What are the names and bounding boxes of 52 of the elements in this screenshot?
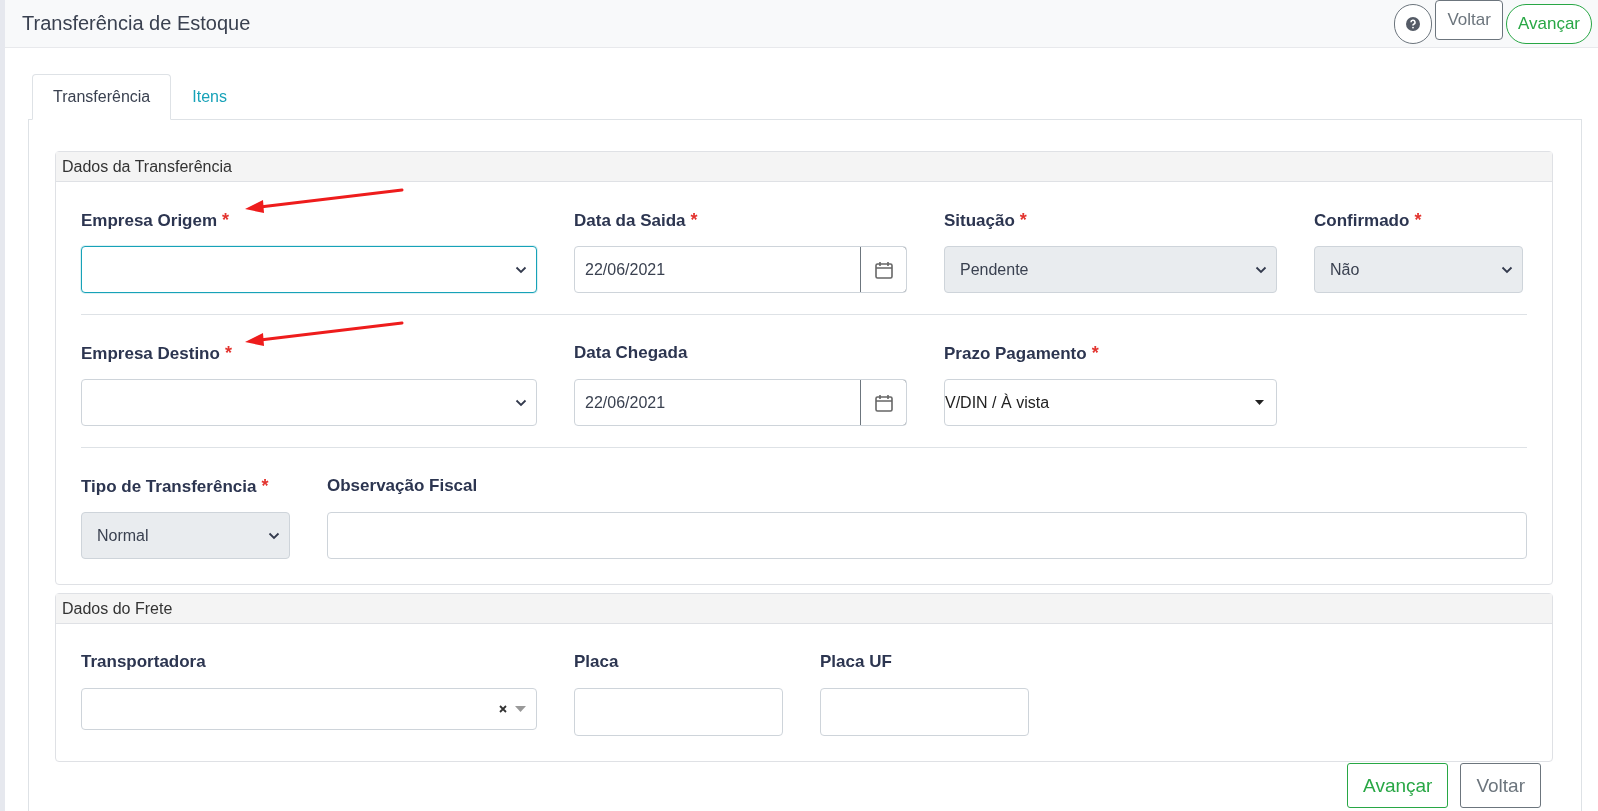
field-label: Situação (944, 211, 1015, 231)
field-label: Data da Saida (574, 211, 686, 231)
field-label: Transportadora (81, 652, 206, 672)
dropdown-value: V/DIN / À vista (945, 393, 1051, 412)
required-asterisk: * (222, 210, 230, 231)
required-asterisk: * (261, 476, 269, 497)
chevron-down-icon (1501, 265, 1513, 274)
chevron-down-icon (268, 531, 280, 540)
text-field[interactable] (327, 512, 1527, 559)
date-field[interactable]: 22/06/2021 (574, 379, 907, 426)
calendar-icon (873, 392, 894, 413)
select-value: Pendente (959, 260, 1030, 279)
date-value: 22/06/2021 (584, 393, 667, 412)
chevron-down-icon (1255, 265, 1267, 274)
section-title: Dados da Transferência (56, 152, 1552, 182)
field-label: Confirmado (1314, 211, 1410, 231)
field-label: Observação Fiscal (327, 476, 478, 496)
select-field[interactable] (81, 379, 537, 426)
chevron-down-icon (515, 398, 527, 407)
select-value: Normal (96, 526, 150, 545)
back-button[interactable]: Voltar (1435, 0, 1503, 40)
date-value: 22/06/2021 (584, 260, 667, 279)
calendar-icon (873, 259, 894, 280)
required-asterisk: * (690, 210, 698, 231)
required-asterisk: * (1414, 210, 1422, 231)
field-label: Tipo de Transferência (81, 477, 257, 497)
field-label: Placa UF (820, 652, 892, 672)
combobox-field[interactable] (81, 688, 537, 730)
help-button[interactable] (1394, 3, 1433, 44)
dropdown-field[interactable]: V/DIN / À vista (944, 379, 1277, 426)
select-field[interactable] (81, 246, 537, 293)
text-field[interactable] (574, 688, 783, 736)
page-title: Transferência de Estoque (22, 12, 251, 35)
select-value: Não (1329, 260, 1361, 279)
required-asterisk: * (224, 343, 232, 364)
field-label: Empresa Destino (81, 344, 220, 364)
field-label: Empresa Origem (81, 211, 218, 231)
text-field[interactable] (820, 688, 1029, 736)
required-asterisk: * (1019, 210, 1027, 231)
date-field[interactable]: 22/06/2021 (574, 246, 907, 293)
field-label: Placa (574, 652, 619, 672)
required-asterisk: * (1091, 343, 1099, 364)
chevron-down-icon (515, 265, 527, 274)
caret-icon (1255, 400, 1264, 405)
back-button[interactable]: Voltar (1460, 763, 1541, 808)
help-icon (1406, 16, 1421, 31)
clear-icon[interactable] (499, 705, 507, 713)
field-label: Data Chegada (574, 343, 688, 363)
tab[interactable]: Transferência (32, 74, 172, 120)
caret-icon (515, 706, 526, 712)
section-title: Dados do Frete (56, 594, 1552, 624)
field-label: Prazo Pagamento (944, 344, 1087, 364)
